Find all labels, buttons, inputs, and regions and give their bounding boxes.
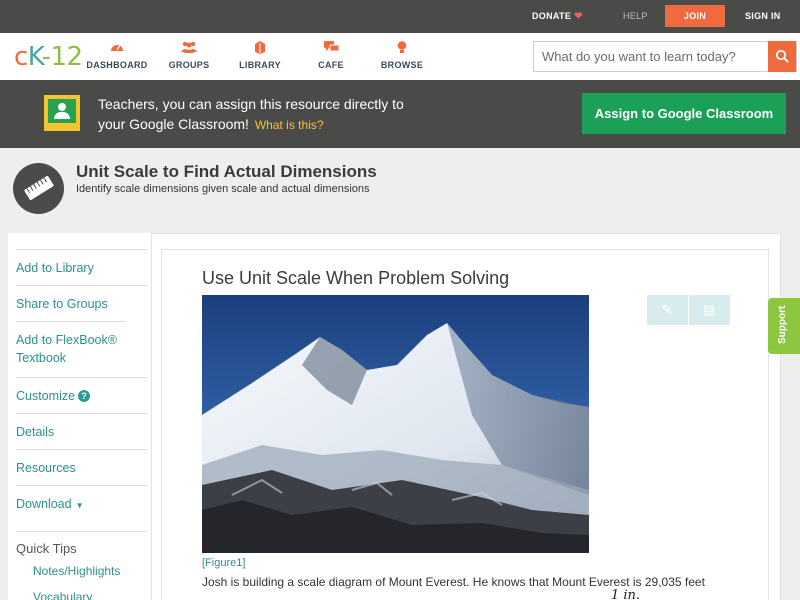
lesson-paragraph: Josh is building a scale diagram of Moun… <box>202 575 705 589</box>
sidebar-item-customize[interactable]: Customize? <box>16 377 147 413</box>
sidebar-item-resources[interactable]: Resources <box>16 449 147 485</box>
sidebar-item-details[interactable]: Details <box>16 413 147 449</box>
sidebar-sub-item-notes-highlights[interactable]: Notes/Highlights <box>33 564 120 578</box>
assign-to-google-classroom-button[interactable]: Assign to Google Classroom <box>582 93 786 134</box>
what-is-this-link[interactable]: What is this? <box>255 118 324 132</box>
dashboard-icon <box>82 41 152 55</box>
nav-library[interactable]: LIBRARY <box>225 41 295 70</box>
browse-icon <box>367 41 437 55</box>
caret-down-icon: ▼ <box>75 501 84 510</box>
mount-everest-image <box>202 295 589 553</box>
annotation-toolbar: ✎ ▤ <box>647 295 730 325</box>
banner-message: Teachers, you can assign this resource d… <box>98 96 404 132</box>
search-input[interactable] <box>534 42 770 71</box>
help-link[interactable]: HELP <box>623 11 648 21</box>
donate-link[interactable]: DONATE ❤ <box>532 11 583 22</box>
concept-badge <box>13 163 64 214</box>
ruler-icon <box>23 175 55 201</box>
heart-icon: ❤ <box>574 11 583 22</box>
math-fragment: 1 in. <box>611 588 641 600</box>
nav-dashboard[interactable]: DASHBOARD <box>82 41 152 70</box>
nav-cafe[interactable]: CAFE <box>296 41 366 70</box>
sidebar-item-share-to-groups[interactable]: Share to Groups <box>16 285 147 321</box>
top-utility-bar: DONATE ❤ HELP JOIN SIGN IN <box>0 0 800 33</box>
join-button[interactable]: JOIN <box>665 5 725 27</box>
figure-label-link[interactable]: [Figure1] <box>202 557 245 569</box>
main-nav: cK-12 DASHBOARD GROUPS LIBRARY CAFE BROW… <box>0 33 800 80</box>
sign-in-link[interactable]: SIGN IN <box>745 11 781 21</box>
search-box <box>533 41 797 72</box>
nav-browse[interactable]: BROWSE <box>367 41 437 70</box>
notes-icon[interactable]: ▤ <box>701 302 717 318</box>
pencil-icon[interactable]: ✎ <box>659 302 675 318</box>
sidebar-item-download[interactable]: Download ▼ <box>16 485 147 521</box>
ck12-logo[interactable]: cK-12 <box>14 42 83 72</box>
sidebar-sub-item-vocabulary[interactable]: Vocabulary <box>33 590 92 600</box>
groups-icon <box>154 41 224 55</box>
concept-subtitle: Identify scale dimensions given scale an… <box>76 183 370 195</box>
library-icon <box>225 41 295 55</box>
sidebar-item-add-to-library[interactable]: Add to Library <box>16 249 147 285</box>
cafe-icon <box>296 41 366 55</box>
sidebar-item-add-to-flexbook[interactable]: Add to FlexBook® Textbook <box>16 321 126 377</box>
left-sidebar: Add to Library Share to Groups Add to Fl… <box>8 233 151 600</box>
concept-title: Unit Scale to Find Actual Dimensions <box>76 162 377 181</box>
quick-tips-heading: Quick Tips <box>16 531 147 556</box>
support-tab[interactable]: Support <box>768 298 800 354</box>
nav-groups[interactable]: GROUPS <box>154 41 224 70</box>
search-button[interactable] <box>768 41 796 72</box>
help-icon[interactable]: ? <box>78 390 91 402</box>
google-classroom-icon <box>44 95 80 131</box>
search-icon <box>775 49 789 63</box>
lesson-title: Use Unit Scale When Problem Solving <box>202 268 510 288</box>
